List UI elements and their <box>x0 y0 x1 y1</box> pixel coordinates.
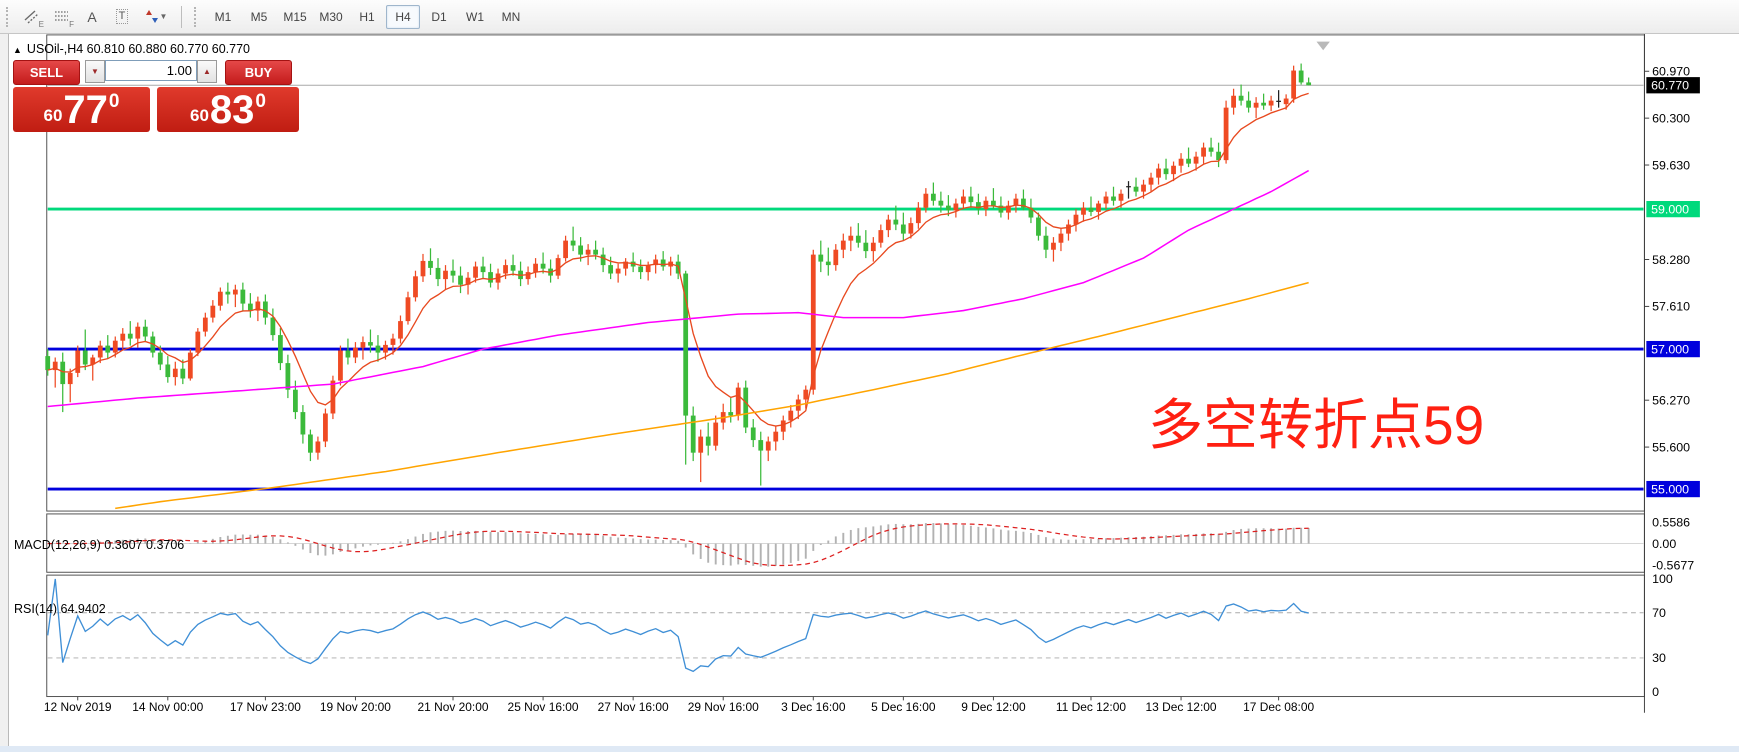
svg-text:0.5586: 0.5586 <box>1652 516 1690 530</box>
trading-terminal-window: E F A T ▼ M1 M5 M15 M30 <box>0 0 1739 752</box>
sell-price-quote[interactable]: 60 77 0 <box>13 87 150 132</box>
chart-symbol-title: ▲ USOil-,H4 60.810 60.880 60.770 60.770 <box>13 42 250 56</box>
svg-text:12 Nov 2019: 12 Nov 2019 <box>44 700 112 714</box>
timeframe-button-w1[interactable]: W1 <box>458 5 492 29</box>
fibonacci-tool-button[interactable]: F <box>48 4 76 30</box>
equidistant-channel-icon <box>24 9 40 25</box>
buy-price-quote[interactable]: 60 83 0 <box>157 87 299 132</box>
svg-text:17 Dec 08:00: 17 Dec 08:00 <box>1243 700 1314 714</box>
window-left-edge <box>0 33 9 752</box>
toolbar-grip[interactable] <box>6 7 13 27</box>
annotation-text: 多空转折点59 <box>1148 396 1484 454</box>
svg-text:56.270: 56.270 <box>1652 393 1690 407</box>
svg-text:19 Nov 20:00: 19 Nov 20:00 <box>320 700 391 714</box>
text-label-tool-button[interactable]: A <box>78 4 106 30</box>
svg-text:100: 100 <box>1652 572 1673 586</box>
svg-text:60.970: 60.970 <box>1652 65 1690 79</box>
svg-text:0.00: 0.00 <box>1652 537 1676 551</box>
toolbar-separator <box>181 6 182 28</box>
timeframe-button-m15[interactable]: M15 <box>278 5 312 29</box>
svg-text:21 Nov 20:00: 21 Nov 20:00 <box>418 700 489 714</box>
svg-text:25 Nov 16:00: 25 Nov 16:00 <box>508 700 579 714</box>
timeframe-button-d1[interactable]: D1 <box>422 5 456 29</box>
toolbar: E F A T ▼ M1 M5 M15 M30 <box>0 0 1739 34</box>
collapse-panel-icon[interactable]: ▲ <box>13 45 22 55</box>
macd-indicator-label: MACD(12,26,9) 0.3607 0.3706 <box>14 538 184 552</box>
timeframe-button-h4[interactable]: H4 <box>386 5 420 29</box>
toolbar-grip[interactable] <box>194 7 201 27</box>
timeframe-button-m1[interactable]: M1 <box>206 5 240 29</box>
rsi-indicator-label: RSI(14) 64.9402 <box>14 602 106 616</box>
buy-price-big: 83 <box>210 90 255 130</box>
buy-price-sup: 0 <box>255 91 266 113</box>
symbol-ohlc-text: USOil-,H4 60.810 60.880 60.770 60.770 <box>27 42 250 56</box>
timeframe-button-h1[interactable]: H1 <box>350 5 384 29</box>
svg-text:57.000: 57.000 <box>1651 342 1689 356</box>
svg-text:5 Dec 16:00: 5 Dec 16:00 <box>871 700 936 714</box>
volume-increase-button[interactable]: ▲ <box>197 60 217 83</box>
svg-text:59.630: 59.630 <box>1652 158 1690 172</box>
svg-text:14 Nov 00:00: 14 Nov 00:00 <box>132 700 203 714</box>
sell-price-big: 77 <box>63 90 108 130</box>
svg-text:60.300: 60.300 <box>1652 111 1690 125</box>
arrows-tool-button[interactable]: ▼ <box>138 4 174 30</box>
buy-price-prefix: 60 <box>190 106 209 126</box>
window-bottom-edge <box>0 746 1739 752</box>
svg-text:55.600: 55.600 <box>1652 440 1690 454</box>
svg-text:58.280: 58.280 <box>1652 253 1690 267</box>
svg-text:57.610: 57.610 <box>1652 300 1690 314</box>
chevron-down-icon[interactable]: ▼ <box>160 12 168 21</box>
svg-text:55.000: 55.000 <box>1651 482 1689 496</box>
svg-text:13 Dec 12:00: 13 Dec 12:00 <box>1146 700 1217 714</box>
arrows-icon <box>145 9 159 24</box>
text-tool-button[interactable]: T <box>108 4 136 30</box>
svg-text:3 Dec 16:00: 3 Dec 16:00 <box>781 700 846 714</box>
sell-button[interactable]: SELL <box>13 60 80 85</box>
svg-text:9 Dec 12:00: 9 Dec 12:00 <box>961 700 1026 714</box>
svg-text:11 Dec 12:00: 11 Dec 12:00 <box>1056 700 1126 714</box>
svg-text:27 Nov 16:00: 27 Nov 16:00 <box>598 700 669 714</box>
candlestick-chart-canvas[interactable]: 60.970 60.300 59.630 58.280 57.610 56.270 55.6… <box>0 33 1739 752</box>
tool-glyph: E <box>39 20 44 29</box>
timeframe-button-m30[interactable]: M30 <box>314 5 348 29</box>
timeframe-button-m5[interactable]: M5 <box>242 5 276 29</box>
chart-area: 60.970 60.300 59.630 58.280 57.610 56.270 55.6… <box>0 33 1739 752</box>
svg-text:59.000: 59.000 <box>1651 202 1689 216</box>
text-label-icon: A <box>87 9 96 25</box>
fibonacci-icon <box>54 9 70 25</box>
buy-button[interactable]: BUY <box>225 60 292 85</box>
svg-text:-0.5677: -0.5677 <box>1652 559 1694 573</box>
svg-text:17 Nov 23:00: 17 Nov 23:00 <box>230 700 301 714</box>
tool-glyph: F <box>69 20 74 29</box>
sell-price-sup: 0 <box>109 91 120 113</box>
volume-input[interactable] <box>105 60 197 81</box>
svg-text:60.770: 60.770 <box>1651 79 1689 93</box>
sell-price-prefix: 60 <box>44 106 63 126</box>
volume-decrease-button[interactable]: ▼ <box>85 60 105 83</box>
svg-text:0: 0 <box>1652 685 1659 699</box>
svg-text:29 Nov 16:00: 29 Nov 16:00 <box>688 700 759 714</box>
svg-text:70: 70 <box>1652 606 1666 620</box>
svg-text:30: 30 <box>1652 651 1666 665</box>
equidistant-channel-tool-button[interactable]: E <box>18 4 46 30</box>
timeframe-button-mn[interactable]: MN <box>494 5 528 29</box>
one-click-trading-panel: SELL ▼ ▲ BUY 60 77 0 60 83 0 <box>13 60 299 132</box>
text-tool-icon: T <box>116 9 129 24</box>
